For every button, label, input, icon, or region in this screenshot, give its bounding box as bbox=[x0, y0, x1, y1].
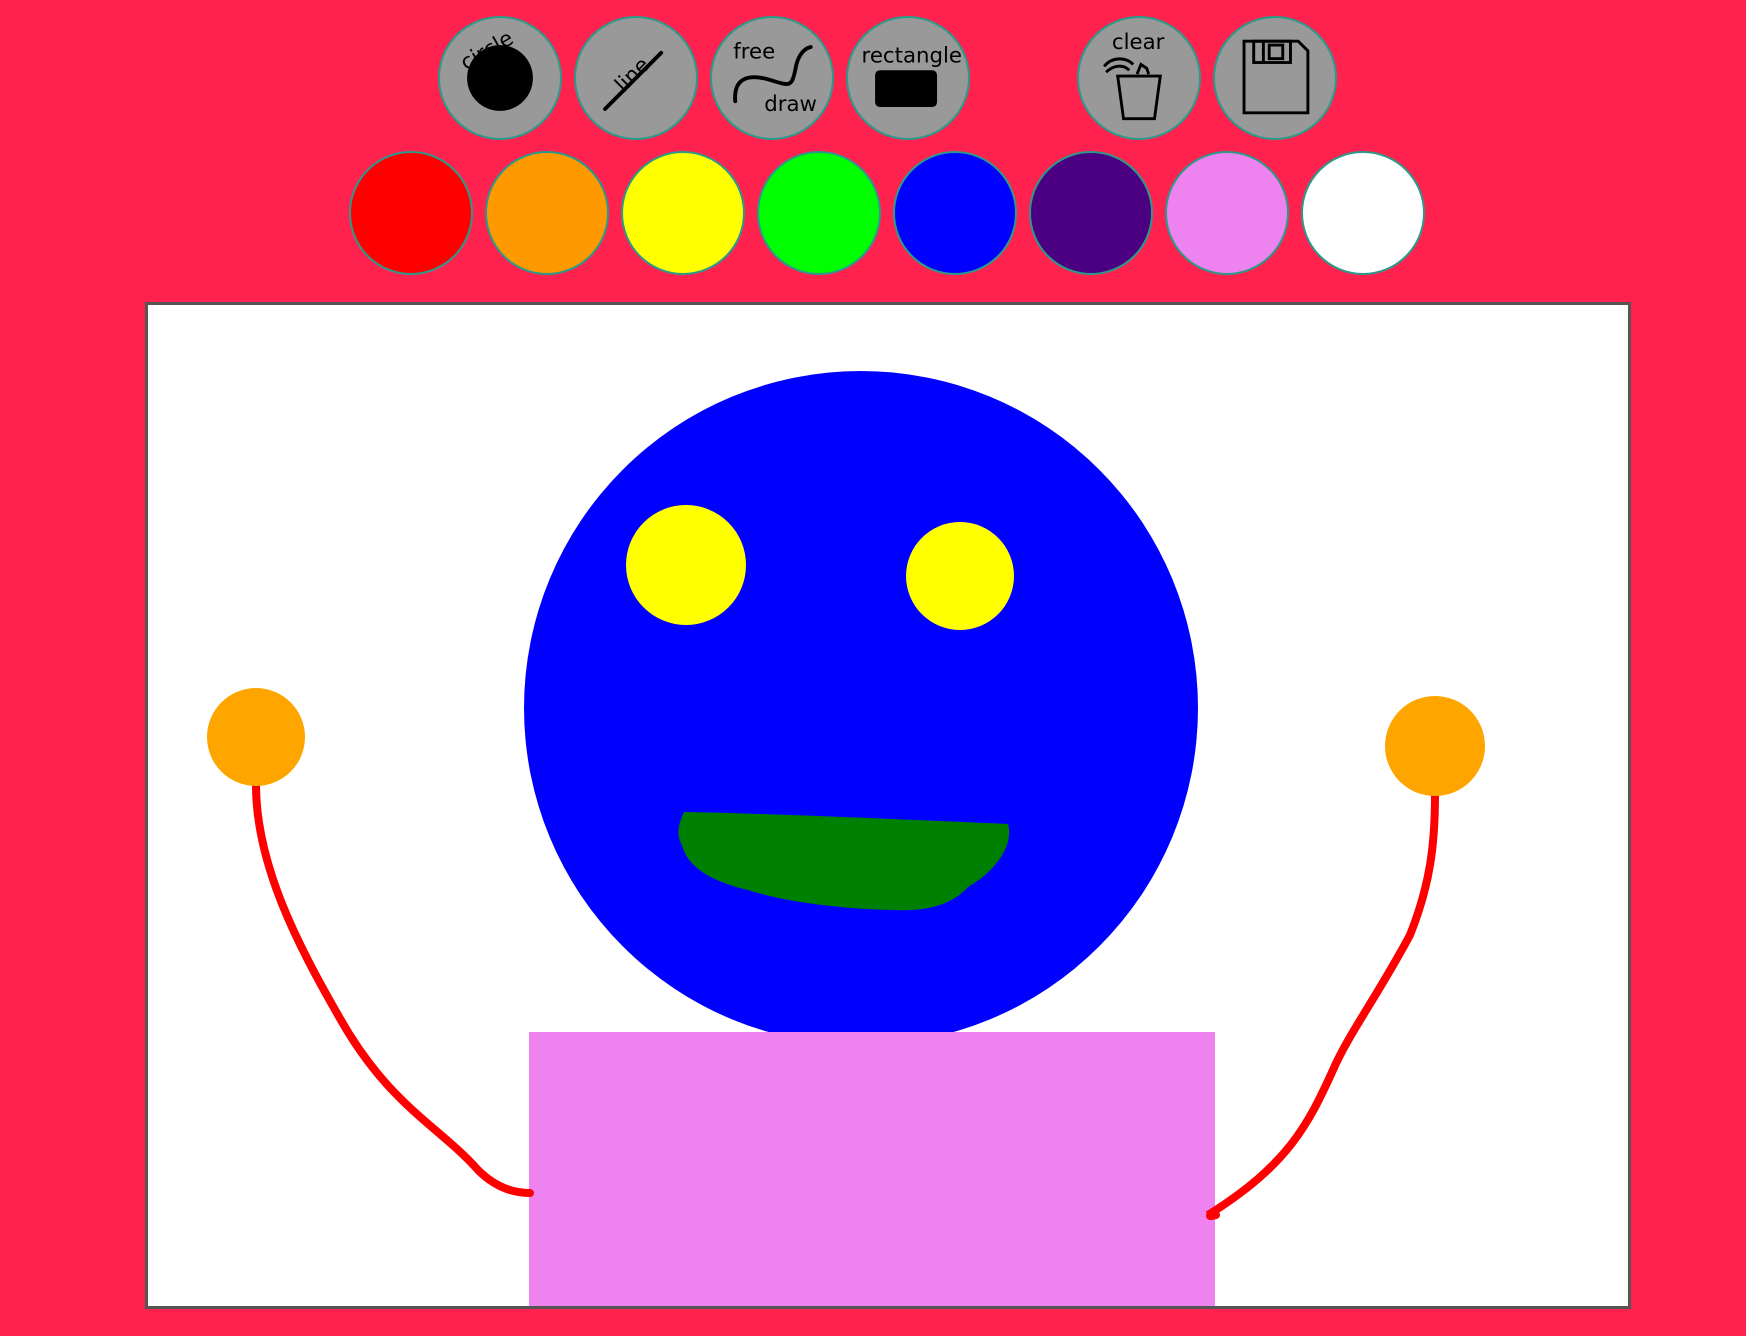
rectangle-tool-label: rectangle bbox=[862, 44, 962, 69]
drawn-left-hand bbox=[207, 688, 305, 786]
color-swatch-blue[interactable] bbox=[893, 151, 1017, 275]
color-swatch-yellow[interactable] bbox=[621, 151, 745, 275]
color-swatch-violet[interactable] bbox=[1165, 151, 1289, 275]
free-draw-label-top: free bbox=[733, 40, 775, 65]
free-draw-tool-button[interactable]: free draw bbox=[710, 16, 834, 140]
color-swatch-white[interactable] bbox=[1301, 151, 1425, 275]
clear-button-label: clear bbox=[1112, 30, 1165, 55]
floppy-disk-icon bbox=[1242, 39, 1310, 115]
color-swatch-green[interactable] bbox=[757, 151, 881, 275]
rectangle-icon bbox=[875, 70, 938, 108]
line-tool-label: line bbox=[610, 53, 655, 98]
drawn-right-eye bbox=[906, 522, 1014, 630]
drawn-right-arm bbox=[1205, 791, 1439, 1220]
drawn-right-hand bbox=[1385, 696, 1485, 796]
save-button[interactable] bbox=[1213, 16, 1337, 140]
color-swatch-red[interactable] bbox=[349, 151, 473, 275]
trash-icon bbox=[1103, 57, 1162, 121]
color-swatch-purple[interactable] bbox=[1029, 151, 1153, 275]
drawn-head-circle bbox=[524, 371, 1198, 1045]
color-swatch-orange[interactable] bbox=[485, 151, 609, 275]
rectangle-tool-button[interactable]: rectangle bbox=[846, 16, 970, 140]
clear-button[interactable]: clear bbox=[1077, 16, 1201, 140]
drawing-canvas[interactable] bbox=[145, 302, 1631, 1309]
line-tool-button[interactable]: line bbox=[574, 16, 698, 140]
drawn-left-arm bbox=[252, 781, 534, 1197]
drawn-body-rectangle bbox=[529, 1032, 1215, 1306]
free-draw-label-bottom: draw bbox=[764, 92, 817, 117]
drawn-left-eye bbox=[626, 505, 746, 625]
circle-tool-button[interactable]: circle bbox=[438, 16, 562, 140]
